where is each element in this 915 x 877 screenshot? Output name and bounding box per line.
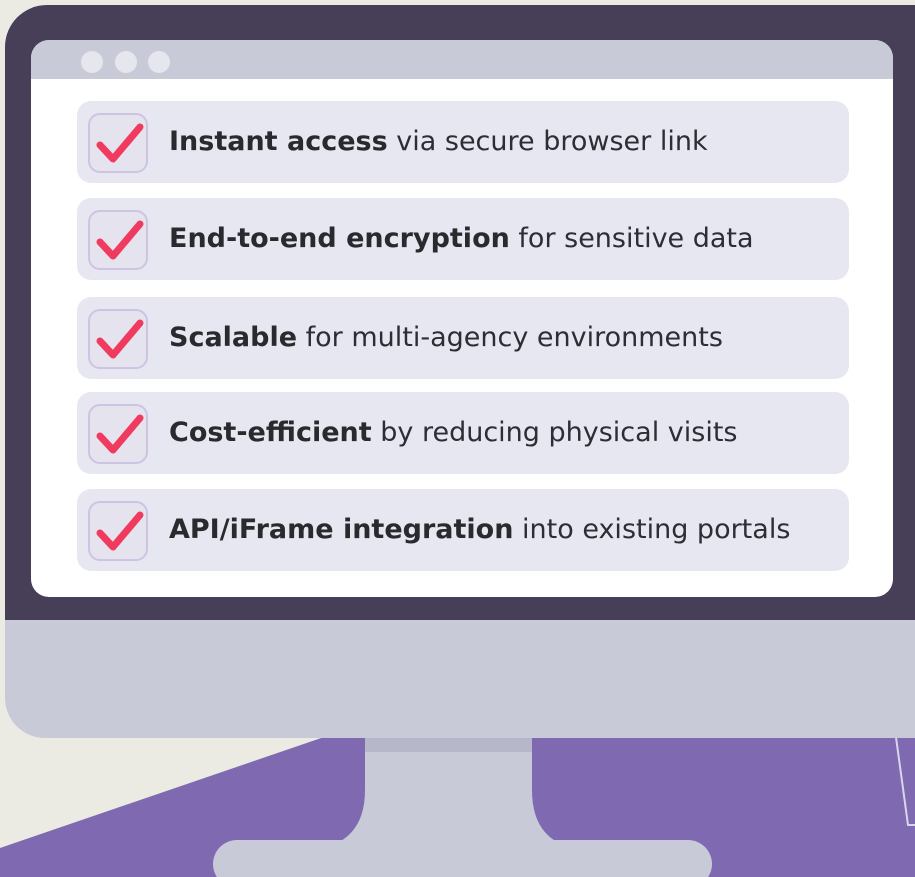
feature-description: into existing portals	[513, 514, 791, 545]
feature-text: Scalable for multi-agency environments	[169, 297, 723, 379]
checkmark-icon	[96, 123, 144, 163]
feature-highlight: Instant access	[169, 126, 388, 157]
feature-highlight: Scalable	[169, 322, 298, 353]
feature-text: Cost-efficient by reducing physical visi…	[169, 392, 737, 474]
feature-highlight: End-to-end encryption	[169, 223, 510, 254]
checkmark-icon	[96, 511, 144, 551]
window-dot-icon	[115, 51, 137, 73]
checkbox	[88, 501, 148, 561]
browser-title-bar	[31, 40, 893, 79]
checkbox	[88, 210, 148, 270]
feature-highlight: API/iFrame integration	[169, 514, 514, 545]
monitor-screen: Instant access via secure browser link E…	[31, 40, 893, 597]
feature-text: Instant access via secure browser link	[169, 101, 708, 183]
feature-item-api-integration: API/iFrame integration into existing por…	[77, 489, 849, 571]
feature-text: End-to-end encryption for sensitive data	[169, 198, 754, 280]
feature-description: for sensitive data	[509, 223, 754, 254]
feature-item-scalable: Scalable for multi-agency environments	[77, 297, 849, 379]
checkmark-icon	[96, 220, 144, 260]
checkbox	[88, 404, 148, 464]
feature-item-cost-efficient: Cost-efficient by reducing physical visi…	[77, 392, 849, 474]
checkbox	[88, 309, 148, 369]
feature-item-instant-access: Instant access via secure browser link	[77, 101, 849, 183]
window-dot-icon	[81, 51, 103, 73]
checkmark-icon	[96, 319, 144, 359]
checkmark-icon	[96, 414, 144, 454]
checkbox	[88, 113, 148, 173]
feature-description: by reducing physical visits	[371, 417, 738, 448]
feature-description: for multi-agency environments	[297, 322, 723, 353]
feature-item-encryption: End-to-end encryption for sensitive data	[77, 198, 849, 280]
feature-highlight: Cost-efficient	[169, 417, 372, 448]
feature-text: API/iFrame integration into existing por…	[169, 489, 790, 571]
monitor-chin	[5, 620, 915, 738]
feature-description: via secure browser link	[387, 126, 708, 157]
monitor-illustration: Instant access via secure browser link E…	[0, 0, 915, 877]
window-dot-icon	[148, 51, 170, 73]
